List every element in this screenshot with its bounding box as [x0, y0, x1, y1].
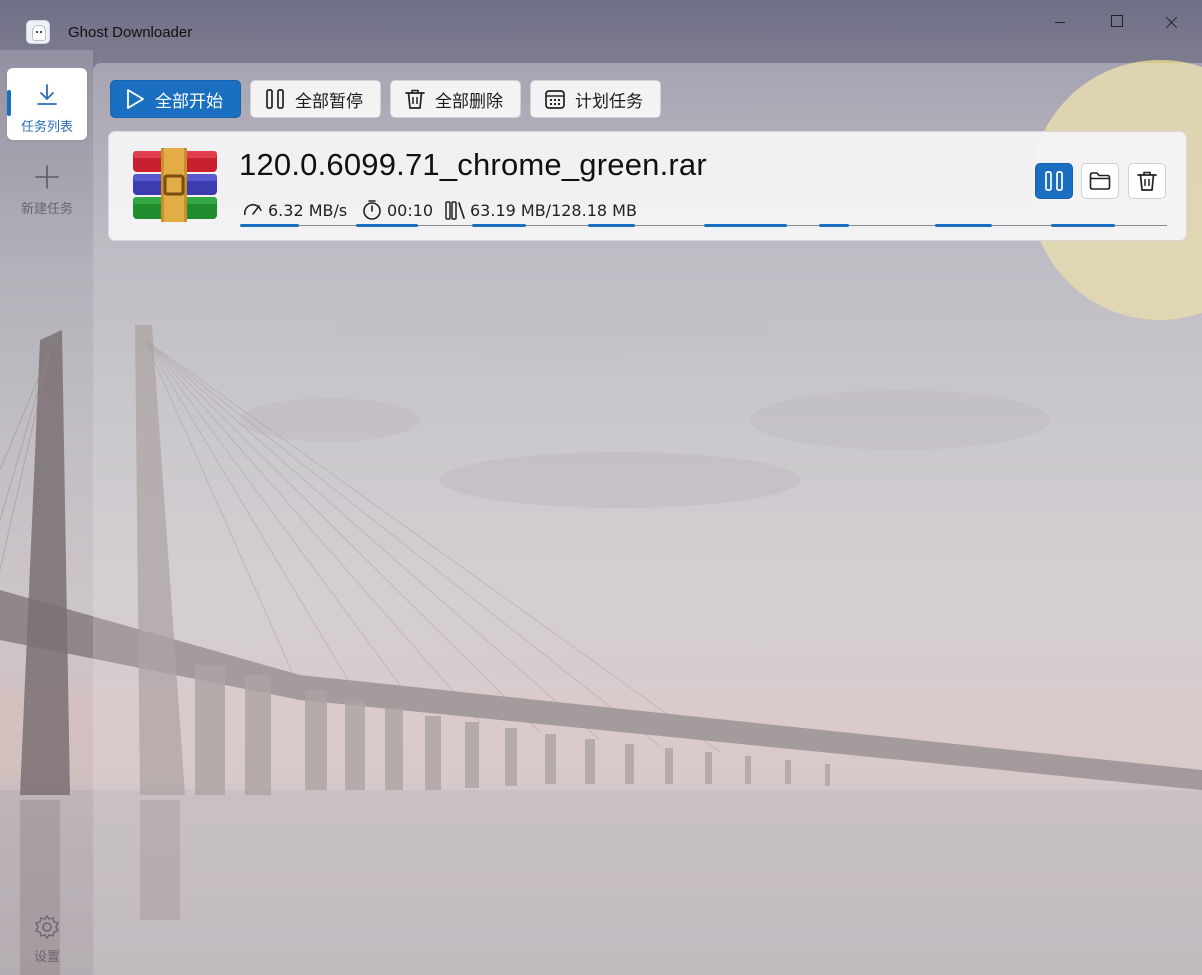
progress-segment	[935, 224, 992, 227]
winrar-archive-icon	[133, 148, 217, 222]
download-speed: 6.32 MB/s	[242, 199, 347, 221]
delete-all-button[interactable]: 全部删除	[390, 80, 521, 118]
progress-bar	[240, 224, 1167, 227]
sidebar-item-settings[interactable]: 设置	[7, 902, 87, 972]
app-logo-icon	[26, 20, 50, 44]
download-size: 63.19 MB/128.18 MB	[444, 199, 637, 221]
start-all-button[interactable]: 全部开始	[110, 80, 241, 118]
sidebar-item-label: 设置	[33, 950, 60, 965]
sidebar-item-label: 任务列表	[20, 120, 73, 135]
calendar-icon	[545, 90, 565, 109]
pause-icon	[266, 89, 284, 109]
remaining-time: 00:10	[361, 199, 433, 221]
open-folder-button[interactable]	[1081, 163, 1119, 199]
progress-segment	[1051, 224, 1116, 227]
size-value: 63.19 MB/128.18 MB	[470, 200, 637, 220]
close-button[interactable]	[1152, 8, 1192, 38]
sidebar-item-label: 新建任务	[20, 202, 73, 217]
trash-icon	[1137, 171, 1157, 191]
folder-icon	[1089, 172, 1111, 190]
sidebar-item-new-task[interactable]: 新建任务	[7, 150, 87, 222]
pause-all-button[interactable]: 全部暂停	[250, 80, 381, 118]
speed-value: 6.32 MB/s	[268, 200, 348, 220]
task-file-name: 120.0.6099.71_chrome_green.rar	[239, 147, 707, 182]
progress-segment	[355, 224, 419, 227]
task-card[interactable]: 120.0.6099.71_chrome_green.rar 6.32 MB/s…	[108, 131, 1187, 241]
pause-icon	[1045, 171, 1063, 191]
task-delete-button[interactable]	[1128, 163, 1166, 199]
minimize-button[interactable]	[1040, 8, 1080, 38]
pause-all-label: 全部暂停	[295, 91, 363, 112]
schedule-task-label: 计划任务	[575, 91, 643, 112]
timer-icon	[363, 200, 381, 220]
schedule-task-button[interactable]: 计划任务	[530, 80, 661, 118]
maximize-button[interactable]	[1096, 8, 1136, 38]
play-icon	[127, 89, 144, 109]
library-icon	[445, 201, 465, 220]
download-icon	[37, 84, 57, 105]
progress-segment	[587, 224, 636, 227]
progress-segment	[471, 224, 527, 227]
title-bar: Ghost Downloader	[0, 0, 1202, 50]
plus-icon	[35, 165, 59, 189]
trash-icon	[405, 89, 425, 109]
time-value: 00:10	[387, 200, 434, 220]
delete-all-label: 全部删除	[435, 91, 503, 112]
progress-segment	[819, 224, 850, 227]
active-indicator	[7, 90, 11, 116]
progress-segment	[240, 224, 300, 227]
speedometer-icon	[243, 203, 262, 216]
task-pause-button[interactable]	[1035, 163, 1073, 199]
sidebar-item-task-list[interactable]: 任务列表	[7, 68, 87, 140]
start-all-label: 全部开始	[155, 91, 223, 112]
progress-segment	[703, 224, 787, 227]
gear-icon	[35, 915, 59, 939]
window-title: Ghost Downloader	[68, 24, 193, 41]
